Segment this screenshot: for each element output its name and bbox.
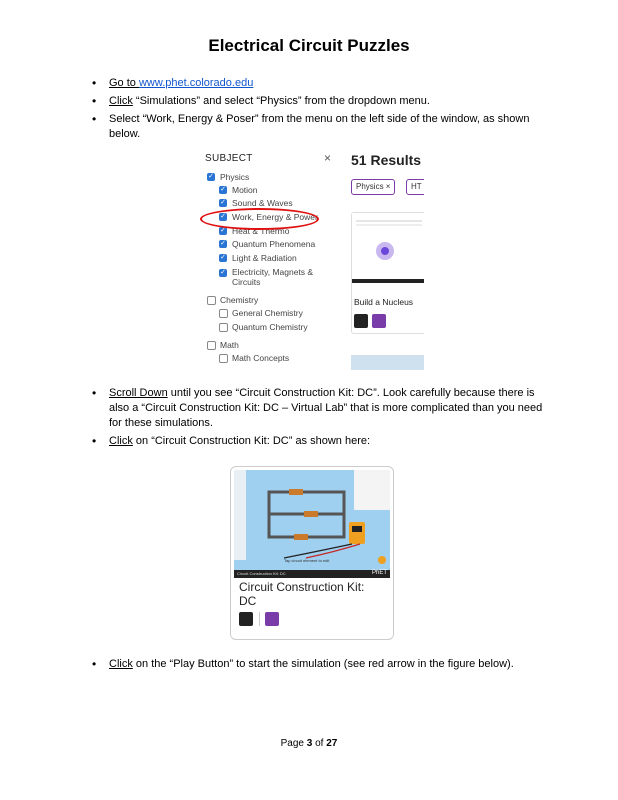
subject-heading: SUBJECT xyxy=(205,153,253,164)
sim-card-build-a-nucleus[interactable]: Build a Nucleus xyxy=(351,212,424,334)
option-sound-waves[interactable]: Sound & Waves xyxy=(232,198,293,208)
zoom-icon[interactable] xyxy=(265,612,279,626)
checkbox-motion[interactable]: ✓ xyxy=(219,186,227,194)
footer-middle: of xyxy=(312,738,327,749)
click-word: Click xyxy=(109,658,133,670)
sim-card-circuit-construction-kit[interactable]: Tap circuit element to edit Circuit Cons… xyxy=(230,466,394,640)
option-math-concepts[interactable]: Math Concepts xyxy=(232,353,289,363)
footer-prefix: Page xyxy=(280,738,307,749)
sim-caption: Tap circuit element to edit xyxy=(284,558,330,563)
click-word: Click xyxy=(109,435,133,447)
divider xyxy=(259,612,260,626)
checkbox-general-chemistry[interactable] xyxy=(219,309,228,318)
card-title: Circuit Construction Kit: DC xyxy=(239,580,364,608)
sim-navbar-title: Circuit Construction Kit: DC xyxy=(237,571,286,576)
checkbox-electricity[interactable]: ✓ xyxy=(219,269,227,277)
click-word: Click xyxy=(109,95,133,107)
checkbox-physics[interactable]: ✓ xyxy=(207,173,215,181)
bullet-text: until you see “Circuit Construction Kit:… xyxy=(109,387,543,429)
option-light-radiation[interactable]: Light & Radiation xyxy=(232,253,297,263)
checkbox-quantum-phenomena[interactable]: ✓ xyxy=(219,240,227,248)
bullet-text: on “Circuit Construction Kit: DC” as sho… xyxy=(132,435,371,447)
page-title: Electrical Circuit Puzzles xyxy=(208,36,410,55)
instructions-list-2: Scroll Down until you see “Circuit Const… xyxy=(92,386,552,452)
checkbox-sound-waves[interactable]: ✓ xyxy=(219,199,227,207)
option-general-chemistry[interactable]: General Chemistry xyxy=(232,308,303,318)
option-circuits[interactable]: Circuits xyxy=(232,277,260,287)
phet-logo: PhET xyxy=(371,570,387,576)
sim-navbar: Circuit Construction Kit: DC PhET xyxy=(234,570,390,578)
instructions-list-3: Click on the “Play Button” to start the … xyxy=(92,657,552,675)
next-card-preview xyxy=(351,355,424,370)
option-physics[interactable]: Physics xyxy=(220,172,249,182)
option-quantum-chemistry[interactable]: Quantum Chemistry xyxy=(232,322,308,332)
option-motion[interactable]: Motion xyxy=(232,185,258,195)
card-title-line2: DC xyxy=(239,594,257,608)
total-pages: 27 xyxy=(326,738,338,749)
bullet-click-ccdc: Click on “Circuit Construction Kit: DC” … xyxy=(92,434,552,449)
instructions-list-1: Go to www.phet.colorado.edu Click “Simul… xyxy=(92,76,552,145)
bullet-prefix: Go to xyxy=(109,77,139,89)
filter-pill-ht[interactable]: HT xyxy=(406,179,424,195)
html5-icon xyxy=(354,314,368,328)
checkbox-math[interactable] xyxy=(207,341,216,350)
phet-link[interactable]: www.phet.colorado.edu xyxy=(139,77,253,89)
nucleus-thumbnail xyxy=(352,213,424,283)
option-math[interactable]: Math xyxy=(220,340,239,350)
highlight-oval xyxy=(200,208,319,230)
page-footer: Page 3 of 27 xyxy=(0,738,618,749)
checkbox-math-concepts[interactable] xyxy=(219,354,228,363)
filter-pill-physics[interactable]: Physics × xyxy=(351,179,396,195)
checkbox-light-radiation[interactable]: ✓ xyxy=(219,254,227,262)
bullet-scroll-down: Scroll Down until you see “Circuit Const… xyxy=(92,386,552,431)
checkbox-chemistry[interactable] xyxy=(207,296,216,305)
bullet-click-simulations: Click “Simulations” and select “Physics”… xyxy=(92,94,552,109)
bullet-text: on the “Play Button” to start the simula… xyxy=(132,658,514,670)
card-title: Build a Nucleus xyxy=(354,297,414,307)
bullet-select-work-energy: Select “Work, Energy & Poser” from the m… xyxy=(92,112,552,142)
zoom-icon[interactable] xyxy=(372,314,386,328)
option-electricity[interactable]: Electricity, Magnets & xyxy=(232,267,313,277)
bullet-text: “Simulations” and select “Physics” from … xyxy=(132,95,430,107)
scroll-down-word: Scroll Down xyxy=(109,387,168,399)
circuit-sim-thumbnail: Tap circuit element to edit xyxy=(234,470,390,570)
results-count: 51 Results xyxy=(351,152,422,168)
option-chemistry[interactable]: Chemistry xyxy=(220,295,258,305)
phet-filter-screenshot: SUBJECT × 51 Results Physics × HT ✓ Phys… xyxy=(196,142,424,370)
checkbox-quantum-chemistry[interactable] xyxy=(219,323,228,332)
html5-icon xyxy=(239,612,253,626)
bullet-click-play: Click on the “Play Button” to start the … xyxy=(92,657,552,672)
bullet-go-to: Go to www.phet.colorado.edu xyxy=(92,76,552,91)
card-title-line1: Circuit Construction Kit: xyxy=(239,580,365,594)
circuit-illustration xyxy=(234,470,390,564)
option-quantum-phenomena[interactable]: Quantum Phenomena xyxy=(232,239,315,249)
close-icon[interactable]: × xyxy=(324,151,331,165)
bullet-text: Select “Work, Energy & Poser” from the m… xyxy=(109,113,530,140)
